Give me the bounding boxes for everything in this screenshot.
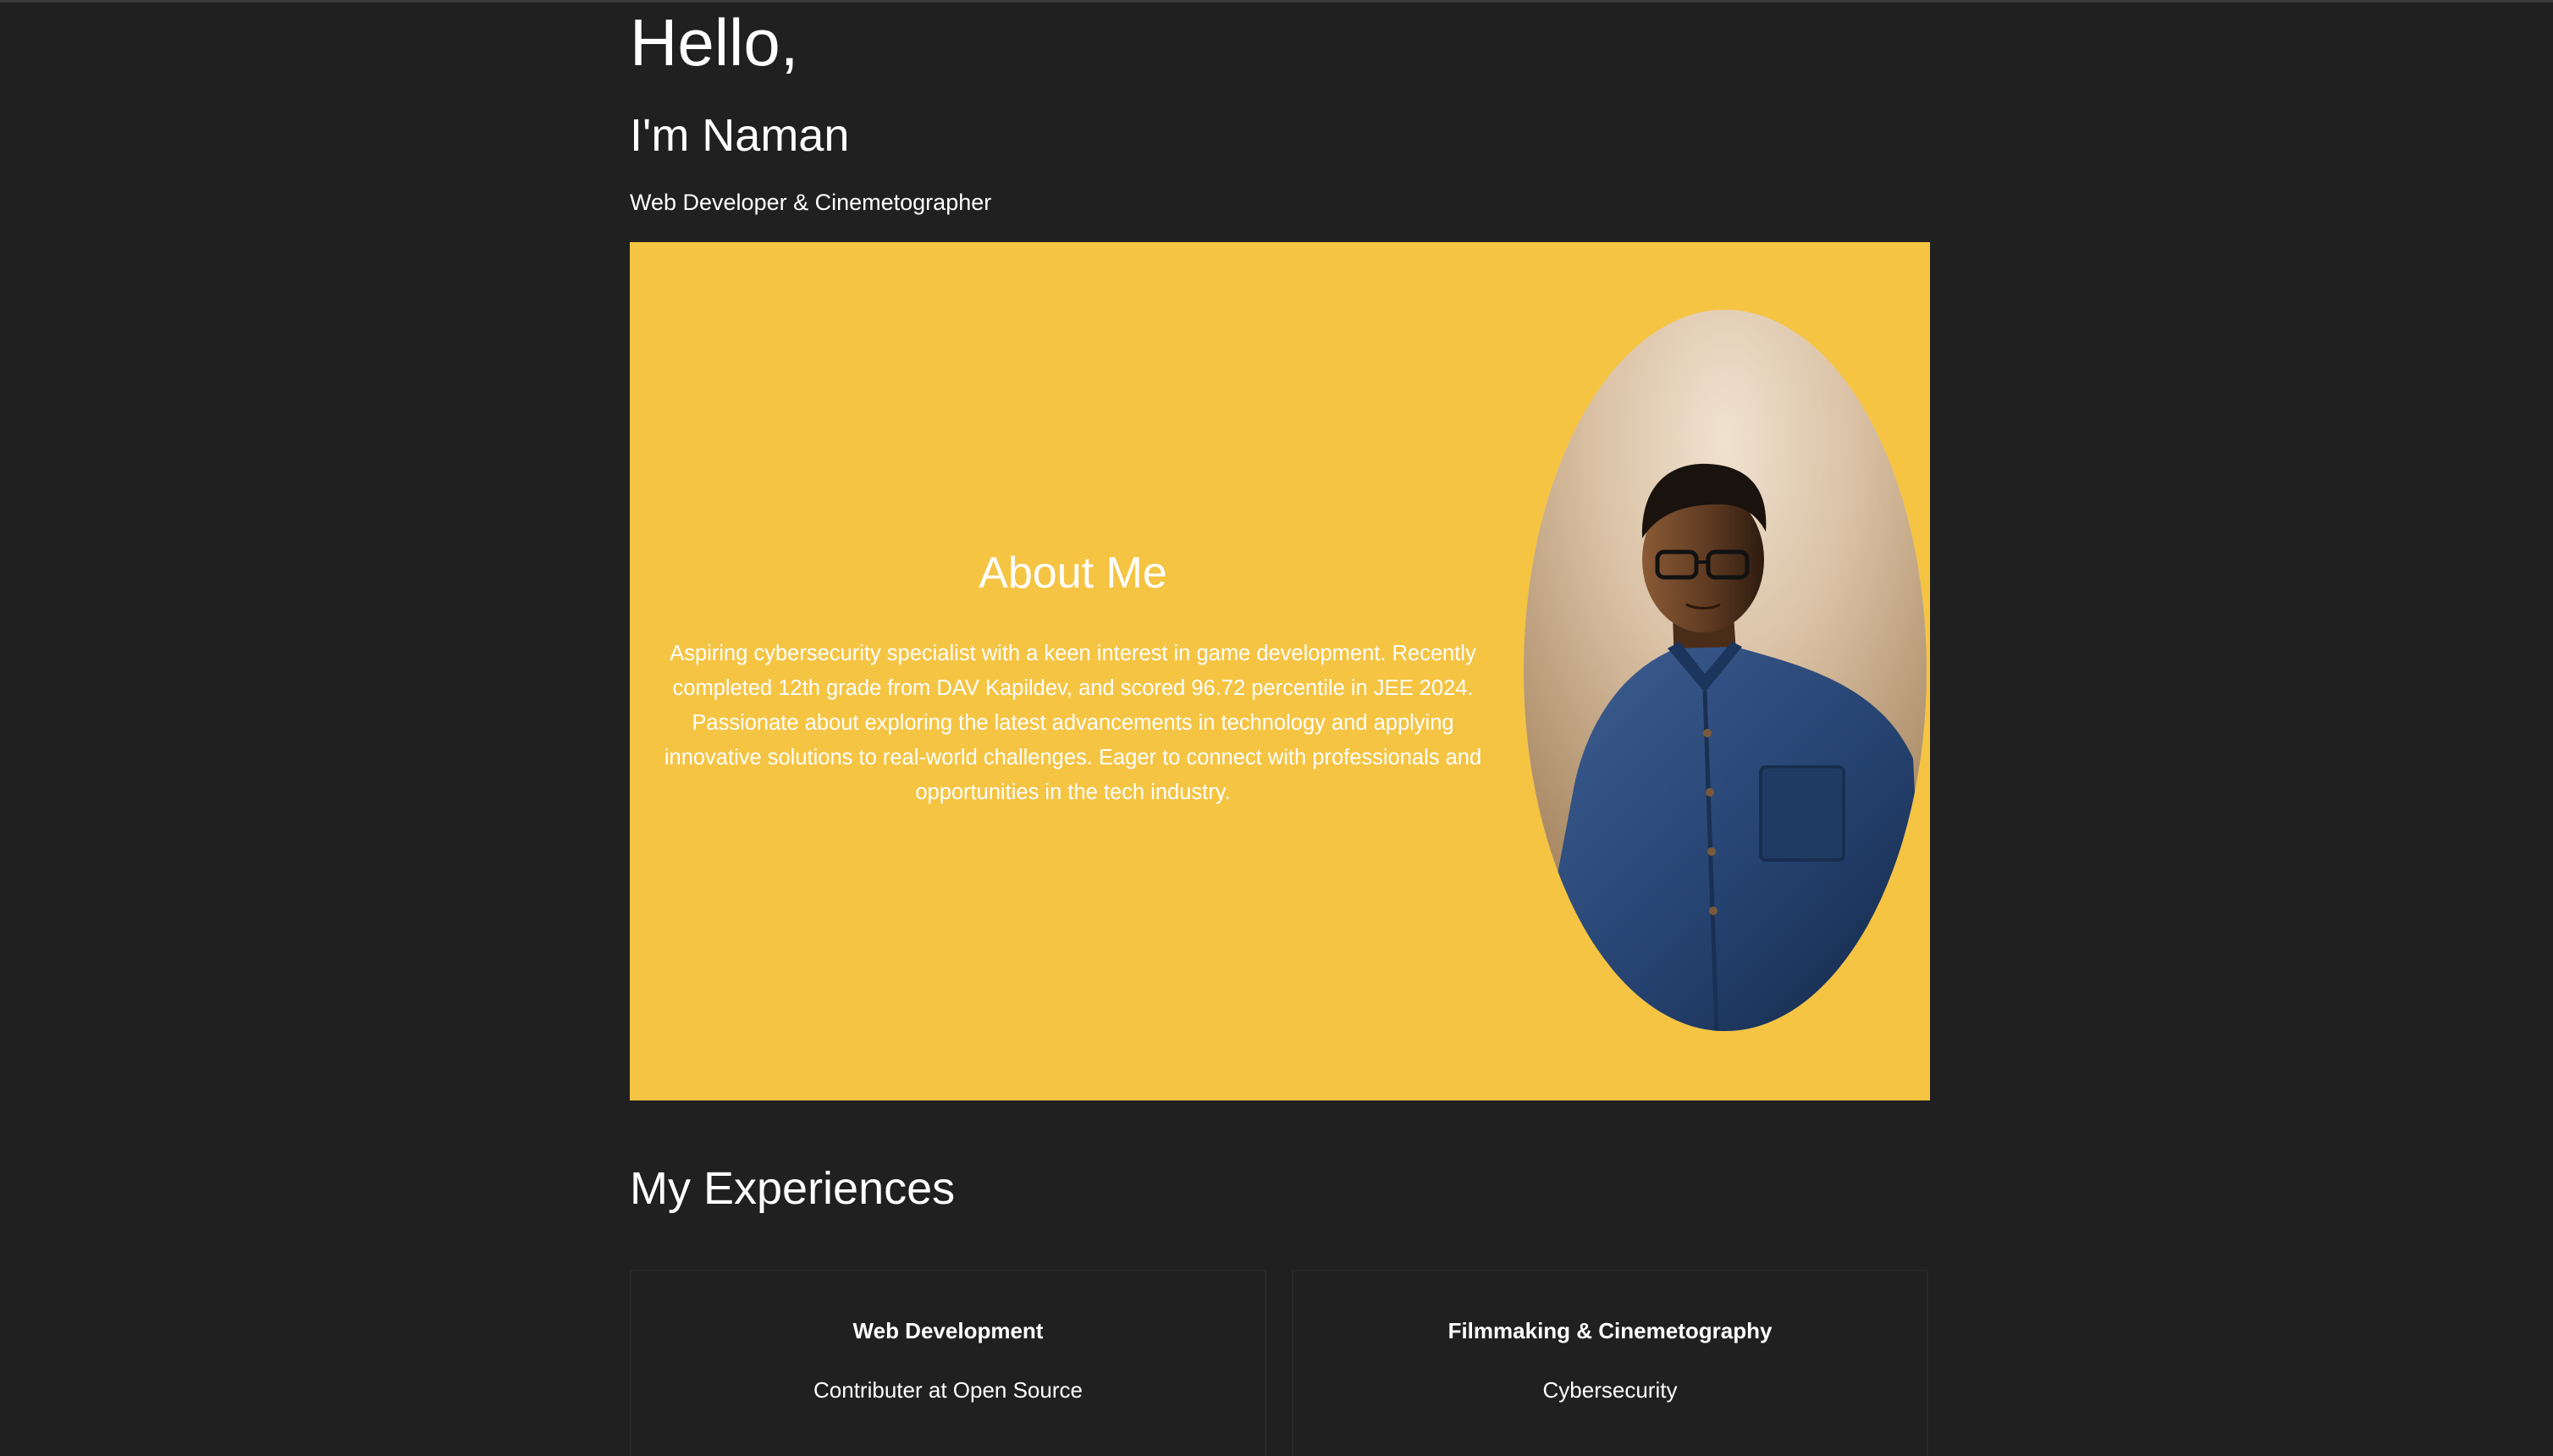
experience-card-web-development[interactable]: Web Development Contributer at Open Sour… [630, 1270, 1266, 1456]
profile-photo [1524, 310, 1927, 1031]
experience-card-subtitle: Contributer at Open Source [813, 1377, 1083, 1403]
experiences-title: My Experiences [630, 1163, 956, 1214]
about-text: Aspiring cybersecurity specialist with a… [664, 642, 1482, 804]
top-border [0, 0, 2553, 3]
name-heading: I'm Naman [630, 110, 850, 161]
tagline: Web Developer & Cinemetographer [630, 190, 992, 215]
experience-card-subtitle: Cybersecurity [1542, 1377, 1678, 1403]
experience-card-filmmaking[interactable]: Filmmaking & Cinemetography Cybersecurit… [1292, 1270, 1928, 1456]
about-title: About Me [979, 549, 1167, 598]
greeting-heading: Hello, [630, 5, 799, 80]
experience-card-title: Web Development [852, 1318, 1044, 1343]
experience-card-title: Filmmaking & Cinemetography [1447, 1318, 1773, 1343]
about-section: About Me Aspiring cybersecurity speciali… [630, 242, 1930, 1100]
